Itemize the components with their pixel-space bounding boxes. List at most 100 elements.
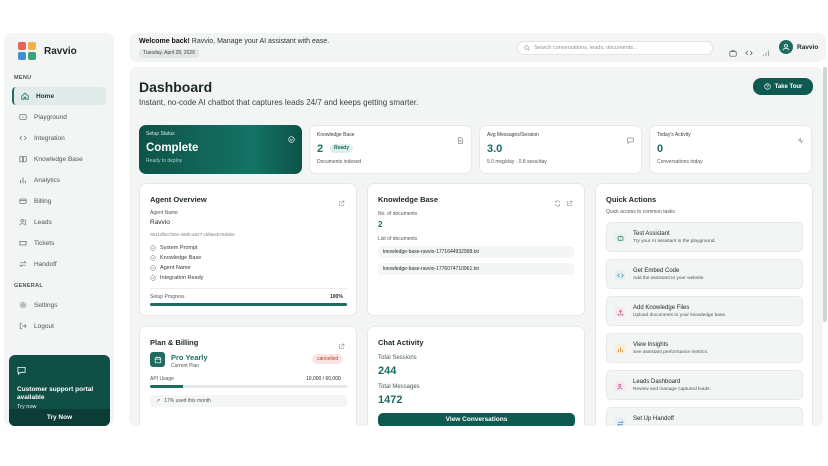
status-badge: cancelled [312,354,344,364]
date-chip: Tuesday, April 28, 2026 [139,49,199,58]
sidebar-item-knowledge-base[interactable]: Knowledge Base [12,150,106,168]
take-tour-button[interactable]: Take Tour [753,78,813,95]
stat-sub: Conversations today [657,159,703,165]
qa-sub: Review and manage captured leads. [633,387,711,392]
book-icon [19,155,27,163]
menu-section-label: MENU [14,75,32,81]
document-row[interactable]: knowledge-base-ravvio-1771644932998.txt [378,246,574,258]
sidebar-item-logout[interactable]: Logout [12,317,106,335]
qa-title: Get Embed Code [633,268,680,274]
sidebar-item-tickets[interactable]: Tickets [12,234,106,252]
usage-note-box: ↗ 17% used this month [150,395,347,407]
calendar-icon [150,352,165,367]
sidebar-item-playground[interactable]: Playground [12,108,106,126]
agent-id: 0631df63-f50e-480b-a927-cbf8eeb78d6be [150,232,235,237]
sidebar-item-label: Handoff [34,260,57,268]
sidebar-item-label: Billing [34,197,52,205]
todays-activity-stat-card: Today's Activity 0 Conversations today [649,125,812,174]
stat-value: 0 [657,143,664,155]
sidebar-item-leads[interactable]: Leads [12,213,106,231]
page-title: Dashboard [139,79,213,95]
playground-icon [19,113,27,121]
qa-sub: Upload documents to your knowledge base. [633,313,727,318]
users-icon [19,218,27,226]
search-placeholder: Search conversations, leads, documents..… [534,45,638,51]
general-section-label: GENERAL [14,283,43,289]
sidebar-item-analytics[interactable]: Analytics [12,171,106,189]
check-circle-icon [150,275,156,281]
qa-title: Set Up Handoff [633,416,674,422]
view-conversations-button[interactable]: View Conversations [378,413,575,426]
quick-action-set-up-handoff[interactable]: Set Up Handoff [606,407,803,426]
brand[interactable]: Ravvio [18,42,77,60]
card-title: Chat Activity [378,338,424,347]
bar-chart-icon [19,176,27,184]
quick-action-view-insights[interactable]: View Insights See assistant performance … [606,333,803,363]
scrollbar-thumb[interactable] [823,67,827,322]
check-item: Integration Ready [150,275,203,281]
search-icon [524,45,530,51]
quick-action-get-embed-code[interactable]: Get Embed Code Add the assistant to your… [606,259,803,289]
sidebar-item-label: Tickets [34,239,55,247]
trend-icon: ↗ [156,398,161,404]
quick-action-add-knowledge-files[interactable]: Add Knowledge Files Upload documents to … [606,296,803,326]
avg-messages-stat-card: Avg Messages/Session 3.0 5.0 msg/day · 0… [479,125,642,174]
sidebar-item-home[interactable]: Home [12,87,106,105]
chat-activity-card: Chat Activity Total Sessions 244 Total M… [367,326,585,426]
upload-icon [617,309,623,315]
quick-action-leads-dashboard[interactable]: Leads Dashboard Review and manage captur… [606,370,803,400]
divider [150,288,347,289]
external-link-icon[interactable] [338,194,345,206]
try-now-button[interactable]: Try Now [9,409,110,426]
sidebar-item-handoff[interactable]: Handoff [12,255,106,273]
setup-progress-fill [150,303,347,306]
knowledge-base-stat-card: Knowledge Base 2 Ready Documents indexed [309,125,472,174]
search-input[interactable]: Search conversations, leads, documents..… [517,41,713,55]
sidebar-item-settings[interactable]: Settings [12,296,106,314]
page-subtitle: Instant, no-code AI chatbot that capture… [139,98,419,107]
external-link-icon[interactable] [566,194,573,206]
users-icon [616,383,622,389]
logo-icon [18,42,36,60]
sidebar-item-label: Integration [34,134,65,142]
code-icon[interactable] [745,44,753,56]
api-usage-fill [150,385,184,388]
user-name[interactable]: Ravvio [797,44,818,51]
qa-icon-bg [615,381,625,391]
bar-chart-icon [617,346,623,352]
stat-sub: Documents indexed [317,159,362,165]
external-link-icon[interactable] [338,337,345,349]
sidebar-item-integration[interactable]: Integration [12,129,106,147]
credit-card-icon [19,197,27,205]
document-row[interactable]: knowledge-base-ravvio-1776074710961.txt [378,263,574,275]
quick-actions-subtitle: Quick access to common tasks [606,209,675,215]
qa-icon-bg [615,233,625,243]
api-usage-value: 10,000 / 60,000 [306,376,341,382]
refresh-icon[interactable] [554,194,561,207]
sidebar-item-label: Analytics [34,176,61,184]
check-item: Agent Name [150,265,191,271]
check-circle-icon [288,130,295,143]
qa-sub: Try your AI assistant in the playground. [633,239,716,244]
swap-icon [19,260,27,268]
main-scrollbar[interactable] [823,67,827,426]
check-circle-icon [150,245,156,251]
sidebar-item-billing[interactable]: Billing [12,192,106,210]
welcome-text: Ravvio, Manage your AI assistant with ea… [189,38,330,45]
check-label: Integration Ready [160,275,204,281]
card-title: Knowledge Base [378,195,439,204]
setup-progress-label: Setup Progress [150,294,185,300]
stat-value: Complete [146,142,199,154]
stat-value: 3.0 [487,143,503,155]
quick-action-test-assistant[interactable]: Test Assistant Try your AI assistant in … [606,222,803,252]
document-icon [457,131,464,144]
setup-progress-value: 100% [330,294,343,300]
chat-icon [617,235,623,241]
message-icon [17,366,26,375]
briefcase-icon[interactable] [729,44,737,57]
qa-title: Add Knowledge Files [633,305,690,311]
take-tour-label: Take Tour [774,83,803,90]
docs-count-label: No. of documents [378,211,418,217]
avatar[interactable] [779,40,793,54]
signal-icon[interactable] [762,44,770,57]
